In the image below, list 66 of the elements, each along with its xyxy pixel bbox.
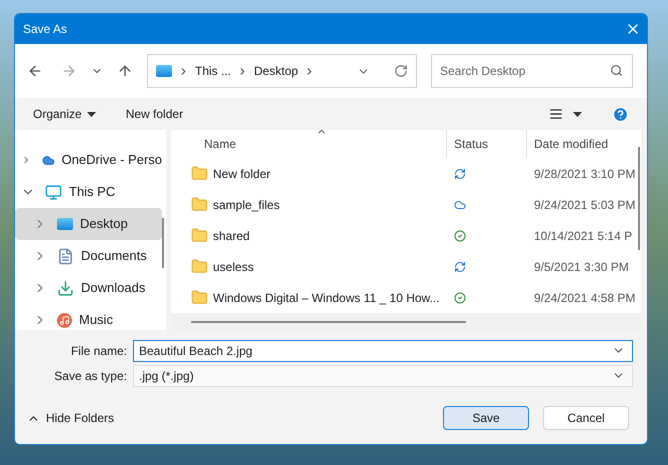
folder-icon — [191, 258, 208, 275]
folder-icon — [191, 289, 208, 306]
back-icon[interactable] — [27, 63, 43, 79]
breadcrumb-item[interactable]: Desktop — [254, 62, 298, 80]
column-header[interactable]: Date modified — [527, 130, 608, 158]
search-field[interactable]: Search Desktop — [431, 54, 633, 88]
sidebar-label: Music — [79, 311, 113, 330]
file-name[interactable]: useless — [213, 258, 254, 276]
sidebar-item[interactable]: This PC — [15, 176, 162, 208]
sync-icon — [454, 260, 466, 272]
file-name[interactable]: New folder — [213, 164, 270, 182]
hide-folders-button[interactable]: Hide Folders — [46, 409, 114, 427]
dialog-button[interactable]: Save — [443, 406, 529, 430]
sidebar-label: OneDrive - Perso — [62, 151, 162, 170]
date-cell-text: 9/5/2021 3:30 PM — [533, 258, 629, 276]
folder-icon — [191, 165, 208, 182]
sync-icon — [454, 168, 466, 180]
check-circle-icon — [454, 292, 466, 304]
address-bar[interactable]: This ... Desktop — [147, 54, 417, 88]
date-cell-text: 10/14/2021 5:14 P — [533, 228, 632, 244]
scrollbar-thumb[interactable] — [162, 218, 164, 268]
window-title: Save As — [23, 21, 68, 38]
file-name-field[interactable]: Beautiful Beach 2.jpg — [133, 340, 633, 362]
date-cell-text: 9/28/2021 3:10 PM — [533, 166, 636, 182]
file-name[interactable]: sample_files — [213, 196, 280, 214]
column-header[interactable]: Status — [447, 130, 527, 158]
sidebar-item[interactable]: Downloads — [15, 272, 162, 304]
file-name[interactable]: shared — [213, 226, 250, 244]
breadcrumb-item[interactable]: This ... — [195, 62, 232, 80]
folder-icon — [191, 227, 208, 244]
file-name[interactable]: Windows Digital – Windows 11 _ 10 How... — [213, 288, 440, 306]
caret-icon[interactable] — [86, 112, 96, 116]
field-label: File name: — [70, 343, 128, 360]
caret-icon[interactable] — [573, 112, 582, 116]
desktop-icon — [156, 65, 172, 77]
check-circle-icon — [454, 230, 466, 242]
cloud-icon — [454, 198, 466, 210]
sidebar-item[interactable]: Music — [15, 304, 162, 330]
sidebar-item[interactable]: OneDrive - Perso — [15, 144, 162, 176]
monitor-icon — [45, 184, 62, 200]
desktop-icon — [57, 218, 73, 230]
file-type-dropdown[interactable]: .jpg (*.jpg) — [133, 365, 633, 387]
scrollbar-thumb[interactable] — [191, 320, 466, 322]
sidebar-label: Downloads — [81, 279, 146, 298]
date-cell-text: 9/24/2021 4:58 PM — [533, 290, 636, 306]
download-icon — [57, 280, 74, 296]
new-folder-button[interactable]: New folder — [126, 105, 184, 123]
field-label: Save as type: — [53, 368, 128, 385]
up-icon[interactable] — [117, 63, 133, 79]
scrollbar-thumb[interactable] — [638, 147, 640, 250]
help-icon[interactable] — [612, 106, 629, 122]
folder-icon — [191, 196, 208, 213]
column-header[interactable]: Name — [171, 130, 447, 158]
organize-button[interactable]: Organize — [33, 105, 96, 123]
sidebar-label: This PC — [69, 183, 116, 202]
date-cell-text: 9/24/2021 5:03 PM — [533, 196, 636, 214]
sidebar-item[interactable]: Desktop — [15, 208, 162, 240]
view-list-icon[interactable] — [549, 107, 563, 121]
music-icon — [57, 312, 72, 328]
search-icon[interactable] — [610, 64, 623, 77]
refresh-icon[interactable] — [394, 64, 408, 78]
sidebar-label: Desktop — [80, 215, 128, 234]
dialog-button[interactable]: Cancel — [543, 406, 629, 430]
sidebar-label: Documents — [81, 247, 147, 266]
sidebar-item[interactable]: Documents — [15, 240, 162, 272]
document-icon — [57, 248, 74, 264]
